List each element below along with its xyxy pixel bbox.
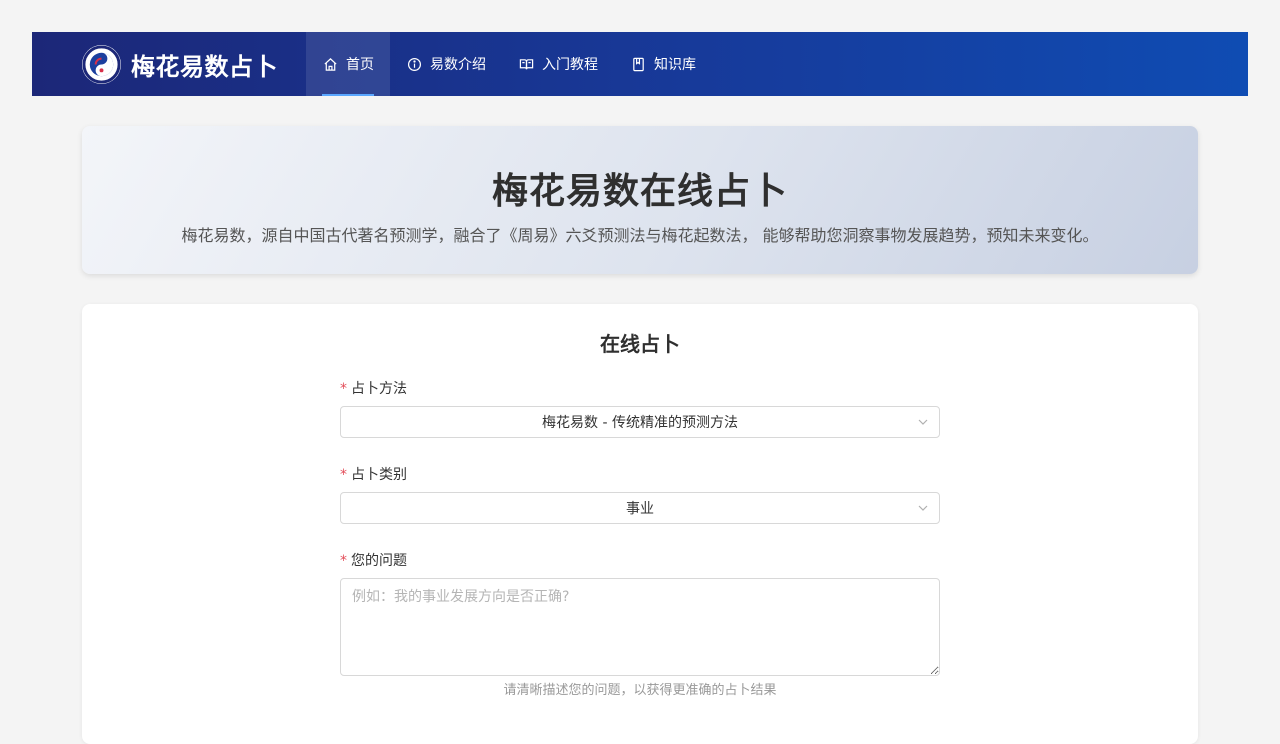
hero-title: 梅花易数在线占卜 — [491, 171, 788, 212]
nav-item-tutorial[interactable]: 入门教程 — [502, 32, 614, 96]
chevron-down-icon — [917, 416, 929, 428]
yin-yang-logo-icon — [82, 44, 121, 84]
category-select[interactable]: 事业 — [340, 492, 940, 524]
category-label: * 占卜类别 — [340, 464, 407, 484]
brand[interactable]: 梅花易数占卜 — [32, 32, 306, 96]
method-select-value: 梅花易数 - 传统精准的预测方法 — [542, 415, 738, 431]
brand-title: 梅花易数占卜 — [131, 52, 278, 81]
nav-label: 首页 — [346, 57, 374, 73]
hero-banner: 梅花易数在线占卜 梅花易数，源自中国古代著名预测学，融合了《周易》六爻预测法与梅… — [82, 126, 1198, 274]
nav-item-knowledge[interactable]: 知识库 — [614, 32, 712, 96]
required-mark: * — [340, 553, 347, 569]
method-label-text: 占卜方法 — [351, 381, 407, 397]
method-label: * 占卜方法 — [340, 378, 407, 398]
question-label: * 您的问题 — [340, 550, 407, 570]
top-header: 梅花易数占卜 首页 易数介绍 入门教程 知识库 — [32, 32, 1248, 96]
main-nav: 首页 易数介绍 入门教程 知识库 — [306, 32, 712, 96]
divination-form-card: 在线占卜 * 占卜方法 梅花易数 - 传统精准的预测方法 * 占卜类别 事业 * 您的… — [82, 304, 1198, 744]
hero-description: 梅花易数，源自中国古代著名预测学，融合了《周易》六爻预测法与梅花起数法， 能够帮… — [181, 226, 1099, 245]
category-label-text: 占卜类别 — [351, 467, 407, 483]
book-open-icon — [518, 56, 534, 72]
nav-item-home[interactable]: 首页 — [306, 32, 390, 96]
info-circle-icon — [406, 56, 422, 72]
home-icon — [322, 56, 338, 72]
question-label-text: 您的问题 — [351, 553, 407, 569]
nav-label: 知识库 — [654, 57, 696, 73]
bookmark-icon — [630, 56, 646, 72]
form-title: 在线占卜 — [600, 332, 680, 356]
nav-label: 易数介绍 — [430, 57, 486, 73]
required-mark: * — [340, 467, 347, 483]
required-mark: * — [340, 381, 347, 397]
question-input[interactable] — [340, 578, 940, 676]
category-select-value: 事业 — [626, 501, 654, 517]
method-select[interactable]: 梅花易数 - 传统精准的预测方法 — [340, 406, 940, 438]
nav-item-intro[interactable]: 易数介绍 — [390, 32, 502, 96]
nav-label: 入门教程 — [542, 57, 598, 73]
chevron-down-icon — [917, 502, 929, 514]
question-hint: 请清晰描述您的问题，以获得更准确的占卜结果 — [503, 683, 777, 698]
